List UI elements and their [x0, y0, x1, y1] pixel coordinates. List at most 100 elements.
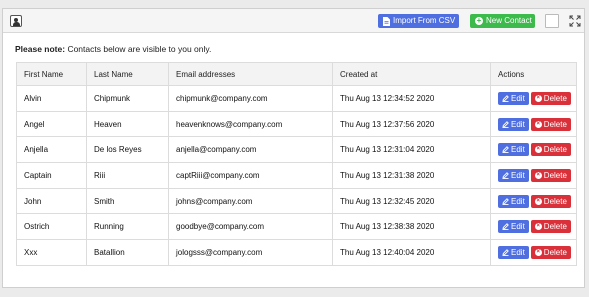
delete-label: Delete: [543, 196, 567, 206]
delete-label: Delete: [543, 119, 567, 129]
cell-last-name: Running: [86, 213, 169, 241]
cell-created: Thu Aug 13 12:38:38 2020: [332, 213, 491, 241]
edit-icon: [502, 146, 509, 154]
edit-button[interactable]: Edit: [498, 143, 529, 157]
delete-button[interactable]: × Delete: [530, 194, 571, 208]
cell-actions: Edit × Delete: [490, 136, 577, 164]
delete-button[interactable]: × Delete: [530, 117, 571, 131]
delete-label: Delete: [543, 247, 567, 257]
cell-created: Thu Aug 13 12:34:52 2020: [332, 85, 491, 112]
edit-label: Edit: [511, 196, 525, 206]
note-text: Contacts below are visible to you only.: [65, 44, 212, 54]
delete-button[interactable]: × Delete: [530, 143, 571, 157]
cell-actions: Edit × Delete: [490, 239, 577, 266]
cell-last-name: Riii: [86, 162, 169, 189]
cell-last-name: Smith: [86, 187, 169, 215]
x-circle-icon: ×: [534, 197, 542, 205]
table-row: Captain Riii captRiii@company.com Thu Au…: [16, 162, 577, 189]
header-actions: Actions: [490, 62, 577, 86]
cell-first-name: Angel: [16, 110, 87, 138]
cell-first-name: Ostrich: [16, 213, 87, 241]
cell-email: johns@company.com: [168, 187, 333, 215]
edit-label: Edit: [511, 93, 525, 103]
cell-first-name: John: [16, 187, 87, 215]
edit-label: Edit: [511, 222, 525, 232]
delete-label: Delete: [543, 93, 567, 103]
cell-created: Thu Aug 13 12:37:56 2020: [332, 110, 491, 138]
edit-button[interactable]: Edit: [498, 117, 529, 131]
contact-book-icon[interactable]: [10, 15, 22, 27]
cell-actions: Edit × Delete: [490, 187, 577, 215]
edit-button[interactable]: Edit: [498, 168, 529, 182]
cell-email: jologsss@company.com: [168, 239, 333, 266]
cell-first-name: Captain: [16, 162, 87, 189]
delete-button[interactable]: × Delete: [530, 168, 571, 182]
header-email[interactable]: Email addresses: [168, 62, 333, 86]
cell-last-name: Chipmunk: [86, 85, 169, 112]
x-circle-icon: ×: [534, 223, 542, 231]
cell-created: Thu Aug 13 12:40:04 2020: [332, 239, 491, 266]
table-row: Angel Heaven heavenknows@company.com Thu…: [16, 110, 577, 138]
x-circle-icon: ×: [534, 171, 542, 179]
cell-last-name: De los Reyes: [86, 136, 169, 164]
cell-first-name: Xxx: [16, 239, 87, 266]
edit-label: Edit: [511, 170, 525, 180]
table-row: John Smith johns@company.com Thu Aug 13 …: [16, 187, 577, 215]
toolbar: Import From CSV + New Contact: [3, 9, 584, 33]
edit-icon: [502, 120, 509, 128]
note-label: Please note:: [15, 44, 66, 54]
delete-button[interactable]: × Delete: [530, 220, 571, 234]
new-contact-button[interactable]: + New Contact: [470, 14, 535, 28]
cell-actions: Edit × Delete: [490, 85, 577, 112]
visibility-note: Please note: Contacts below are visible …: [15, 44, 211, 54]
delete-label: Delete: [543, 145, 567, 155]
table-row: Xxx Batallion jologsss@company.com Thu A…: [16, 239, 577, 266]
cell-actions: Edit × Delete: [490, 110, 577, 138]
edit-icon: [502, 172, 509, 179]
delete-label: Delete: [543, 170, 567, 180]
contacts-table: First Name Last Name Email addresses Cre…: [16, 62, 577, 266]
edit-icon: [502, 249, 509, 256]
edit-label: Edit: [511, 119, 525, 129]
file-icon: [383, 16, 390, 26]
cell-last-name: Batallion: [86, 239, 169, 266]
edit-button[interactable]: Edit: [498, 220, 529, 234]
table-row: Anjella De los Reyes anjella@company.com…: [16, 136, 577, 164]
edit-label: Edit: [511, 247, 525, 257]
header-first-name[interactable]: First Name: [16, 62, 87, 86]
edit-button[interactable]: Edit: [498, 245, 529, 259]
table-row: Ostrich Running goodbye@company.com Thu …: [16, 213, 577, 241]
new-contact-label: New Contact: [486, 16, 532, 25]
header-created[interactable]: Created at: [332, 62, 491, 86]
cell-email: goodbye@company.com: [168, 213, 333, 241]
plus-circle-icon: +: [475, 16, 483, 25]
table-row: Alvin Chipmunk chipmunk@company.com Thu …: [16, 85, 577, 112]
x-circle-icon: ×: [534, 120, 542, 128]
table-header-row: First Name Last Name Email addresses Cre…: [16, 62, 577, 86]
delete-button[interactable]: × Delete: [530, 245, 571, 259]
edit-icon: [502, 197, 509, 205]
contacts-panel: Import From CSV + New Contact Please not…: [2, 8, 585, 288]
cell-first-name: Anjella: [16, 136, 87, 164]
edit-button[interactable]: Edit: [498, 194, 529, 208]
header-last-name[interactable]: Last Name: [86, 62, 169, 86]
x-circle-icon: ×: [534, 248, 542, 256]
cell-email: anjella@company.com: [168, 136, 333, 164]
edit-icon: [502, 223, 509, 231]
edit-icon: [502, 95, 509, 102]
cell-email: chipmunk@company.com: [168, 85, 333, 112]
edit-button[interactable]: Edit: [498, 91, 529, 105]
cell-email: captRiii@company.com: [168, 162, 333, 189]
cell-created: Thu Aug 13 12:32:45 2020: [332, 187, 491, 215]
import-csv-button[interactable]: Import From CSV: [378, 14, 459, 28]
toggle-checkbox[interactable]: [545, 14, 559, 28]
cell-email: heavenknows@company.com: [168, 110, 333, 138]
cell-created: Thu Aug 13 12:31:38 2020: [332, 162, 491, 189]
cell-actions: Edit × Delete: [490, 162, 577, 189]
cell-created: Thu Aug 13 12:31:04 2020: [332, 136, 491, 164]
delete-button[interactable]: × Delete: [530, 91, 571, 105]
cell-last-name: Heaven: [86, 110, 169, 138]
expand-icon[interactable]: [569, 15, 581, 27]
x-circle-icon: ×: [534, 94, 542, 102]
cell-actions: Edit × Delete: [490, 213, 577, 241]
